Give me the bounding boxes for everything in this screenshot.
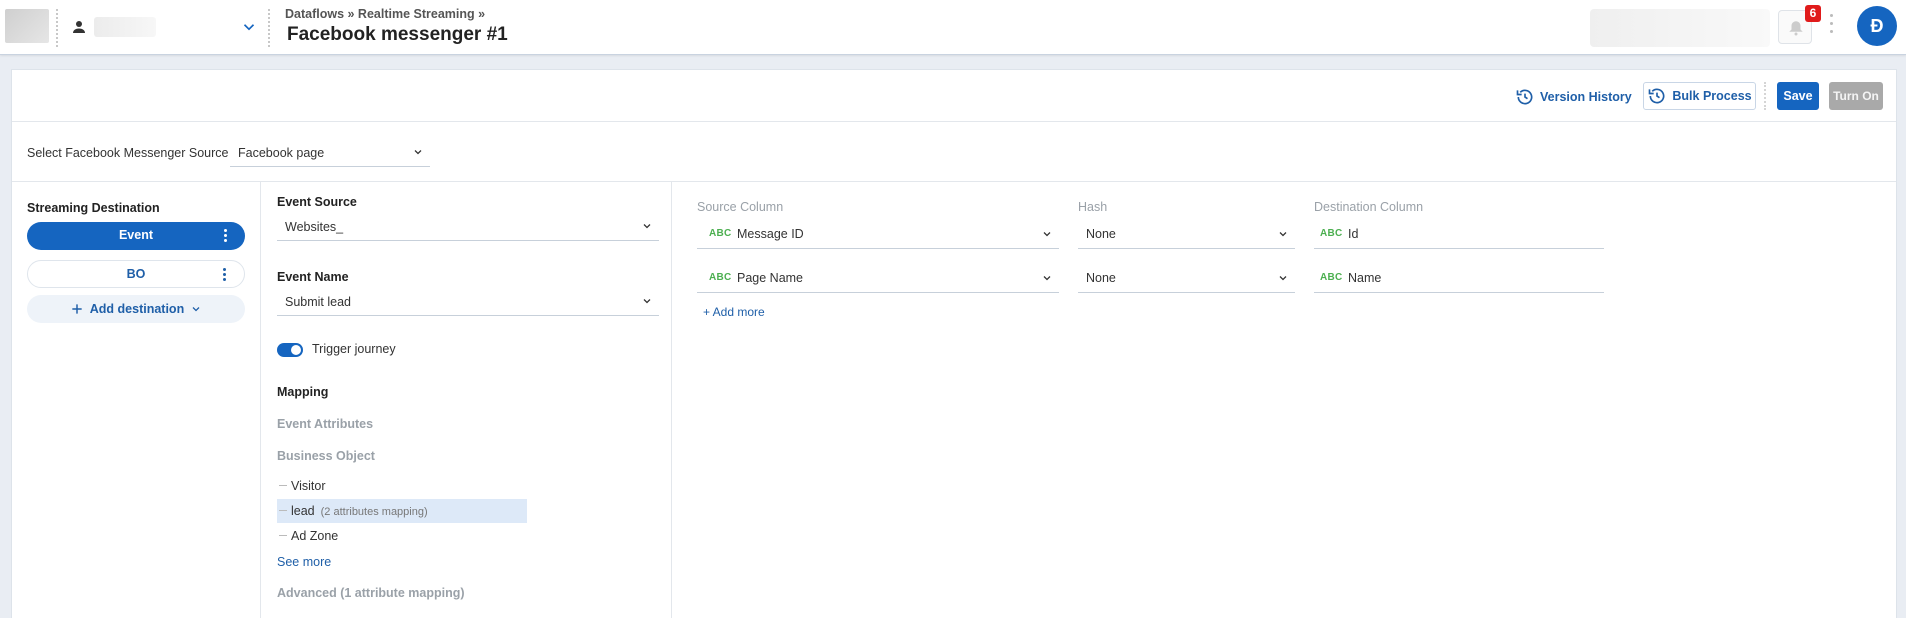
streaming-destination-title: Streaming Destination <box>27 201 160 215</box>
kebab-menu-icon[interactable] <box>224 229 227 243</box>
avatar[interactable]: Đ <box>1857 6 1897 46</box>
tree-item-label: Visitor <box>291 479 326 493</box>
add-more-link[interactable]: + Add more <box>703 305 765 319</box>
header-divider <box>268 9 270 47</box>
destination-column-header: Destination Column <box>1314 200 1424 214</box>
header-blurred-area <box>1590 9 1770 47</box>
business-object-item-lead[interactable]: lead (2 attributes mapping) <box>277 499 527 523</box>
destination-column-field[interactable]: ABC Name <box>1314 265 1604 293</box>
business-object-item-ad-zone[interactable]: Ad Zone <box>277 524 527 548</box>
history-icon <box>1649 88 1665 104</box>
business-object-item-visitor[interactable]: Visitor <box>277 474 527 498</box>
more-menu-icon[interactable] <box>1830 14 1834 40</box>
streaming-destination-panel: Streaming Destination Event BO Add desti… <box>12 182 261 618</box>
person-icon <box>73 21 85 33</box>
event-source-title: Event Source <box>277 195 357 209</box>
chevron-down-icon <box>1279 276 1287 281</box>
hash-column-header: Hash <box>1078 200 1108 214</box>
event-source-select[interactable]: Websites_ <box>277 215 659 241</box>
breadcrumb[interactable]: Dataflows » Realtime Streaming » <box>285 7 485 21</box>
hash-select[interactable]: None <box>1078 221 1295 249</box>
page-title: Facebook messenger #1 <box>287 24 508 45</box>
bell-icon <box>1789 21 1803 36</box>
destination-label: Event <box>118 228 154 242</box>
column-mapping-panel: Source Column Hash Destination Column AB… <box>673 182 1897 618</box>
toolbar-divider <box>1764 82 1766 110</box>
version-history-button[interactable]: Version History <box>1515 86 1632 108</box>
event-name-select[interactable]: Submit lead <box>277 290 659 316</box>
tree-item-sublabel: (2 attributes mapping) <box>320 506 428 518</box>
notification-badge: 6 <box>1805 5 1821 22</box>
source-label: Select Facebook Messenger Source <box>27 146 229 160</box>
chevron-down-icon <box>1043 232 1051 237</box>
bulk-process-label: Bulk Process <box>1672 89 1752 103</box>
source-column-header: Source Column <box>697 200 784 214</box>
save-button[interactable]: Save <box>1777 82 1819 110</box>
string-type-tag: ABC <box>709 272 732 283</box>
chevron-down-icon <box>643 299 651 304</box>
trigger-journey-label: Trigger journey <box>312 342 396 356</box>
chevron-down-icon <box>1043 276 1051 281</box>
source-selector-row: Select Facebook Messenger Source Faceboo… <box>12 122 1896 182</box>
tree-item-label: lead <box>291 504 315 518</box>
account-name-blurred <box>94 17 156 37</box>
source-select-value: Facebook page <box>238 146 325 160</box>
chevron-down-icon <box>192 307 200 312</box>
tree-connector <box>279 510 287 511</box>
chevron-down-icon[interactable] <box>240 18 258 36</box>
tree-item-label: Ad Zone <box>291 529 339 543</box>
trigger-journey-toggle[interactable] <box>277 343 303 357</box>
plus-icon <box>72 304 82 314</box>
app-logo[interactable] <box>5 9 49 43</box>
event-source-value: Websites_ <box>285 220 344 234</box>
destination-column-value: Name <box>1348 271 1382 285</box>
hash-value: None <box>1086 227 1116 241</box>
tree-connector <box>279 485 287 486</box>
account-switcher[interactable] <box>66 14 266 40</box>
tree-connector <box>279 535 287 536</box>
source-column-select[interactable]: ABC Page Name <box>697 265 1059 293</box>
destination-column-value: Id <box>1348 227 1359 241</box>
turn-on-button[interactable]: Turn On <box>1829 82 1883 110</box>
string-type-tag: ABC <box>1320 228 1343 239</box>
add-destination-button[interactable]: Add destination <box>27 295 245 323</box>
see-more-link[interactable]: See more <box>277 555 331 569</box>
history-icon <box>1516 89 1533 105</box>
advanced-heading[interactable]: Advanced (1 attribute mapping) <box>277 586 465 600</box>
destination-column-field[interactable]: ABC Id <box>1314 221 1604 249</box>
event-config-panel: Event Source Websites_ Event Name Submit… <box>262 182 672 618</box>
version-history-label: Version History <box>1540 90 1632 104</box>
event-name-title: Event Name <box>277 270 349 284</box>
bulk-process-button[interactable]: Bulk Process <box>1643 82 1756 110</box>
event-attributes-heading[interactable]: Event Attributes <box>277 417 373 431</box>
source-column-value: Message ID <box>737 227 804 241</box>
toolbar: Version History Bulk Process Save Turn O… <box>12 70 1896 122</box>
top-header: Dataflows » Realtime Streaming » Faceboo… <box>0 0 1906 55</box>
event-name-value: Submit lead <box>285 295 352 309</box>
hash-value: None <box>1086 271 1116 285</box>
mapping-title: Mapping <box>277 385 329 399</box>
source-column-value: Page Name <box>737 271 804 285</box>
string-type-tag: ABC <box>709 228 732 239</box>
header-divider <box>56 9 58 47</box>
chevron-down-icon <box>414 150 422 155</box>
kebab-menu-icon[interactable] <box>223 268 226 282</box>
chevron-down-icon <box>643 224 651 229</box>
destination-label: BO <box>126 267 146 281</box>
business-object-heading[interactable]: Business Object <box>277 449 375 463</box>
source-select[interactable]: Facebook page <box>230 141 430 167</box>
add-destination-label: Add destination <box>89 302 185 316</box>
dataflow-card: Version History Bulk Process Save Turn O… <box>11 69 1897 618</box>
destination-item-event[interactable]: Event <box>27 222 245 250</box>
breadcrumb-text[interactable]: Dataflows » Realtime Streaming » <box>285 7 485 21</box>
destination-item-bo[interactable]: BO <box>27 260 245 288</box>
source-column-select[interactable]: ABC Message ID <box>697 221 1059 249</box>
chevron-down-icon <box>1279 232 1287 237</box>
hash-select[interactable]: None <box>1078 265 1295 293</box>
string-type-tag: ABC <box>1320 272 1343 283</box>
